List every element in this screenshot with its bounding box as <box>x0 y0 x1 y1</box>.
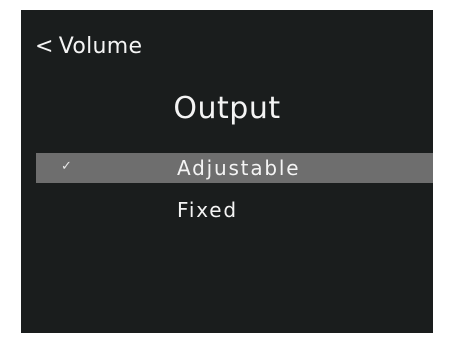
options-list: ✓ Adjustable Fixed <box>36 153 433 237</box>
option-fixed[interactable]: Fixed <box>36 195 433 225</box>
option-label: Adjustable <box>177 156 301 180</box>
option-adjustable[interactable]: ✓ Adjustable <box>36 153 433 183</box>
option-label: Fixed <box>177 198 238 222</box>
back-label: Volume <box>58 33 143 59</box>
page-title: Output <box>173 91 281 126</box>
screen: < Volume Output ✓ Adjustable Fixed <box>21 10 433 333</box>
back-button[interactable]: < Volume <box>35 31 142 61</box>
chevron-left-icon: < <box>35 33 54 59</box>
checkmark-icon: ✓ <box>61 159 72 174</box>
